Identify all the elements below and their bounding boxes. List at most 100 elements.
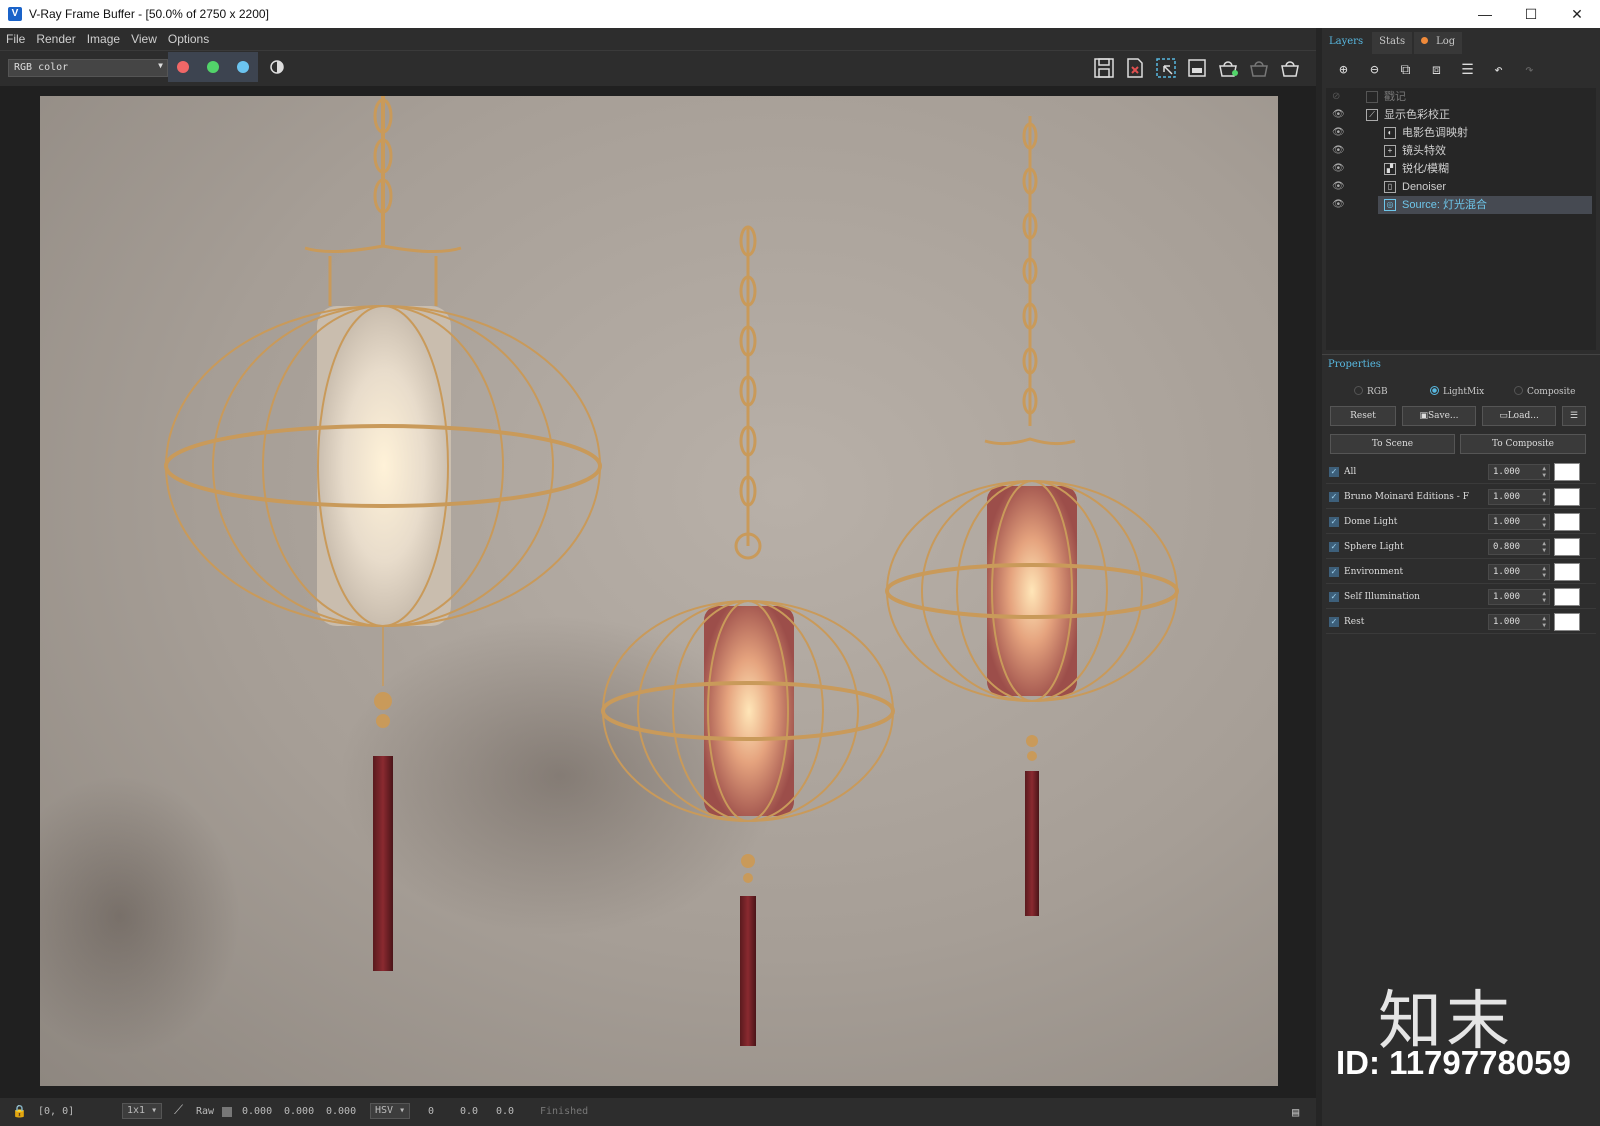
eye-icon[interactable]: 👁 xyxy=(1332,160,1345,178)
intensity-spinner[interactable]: 1.000 ▲ ▼ xyxy=(1488,564,1550,580)
stop-render-icon[interactable] xyxy=(1247,56,1271,80)
light-color-swatch[interactable] xyxy=(1554,588,1580,606)
clear-image-icon[interactable] xyxy=(1123,56,1147,80)
to-scene-button[interactable]: To Scene xyxy=(1330,434,1455,454)
spin-arrows-icon[interactable]: ▲ ▼ xyxy=(1542,565,1546,579)
checkbox[interactable]: ✓ xyxy=(1329,567,1339,577)
intensity-value: 1.000 xyxy=(1493,517,1521,527)
rgb-value-r: 0.000 xyxy=(242,1106,273,1117)
status-bar: 🔒 [0, 0] 1x1 ▾ ⟋ Raw 0.000 0.000 0.000 H… xyxy=(0,1098,1316,1126)
layer-row[interactable]: 👁 + 镜头特效 xyxy=(1326,142,1596,160)
reset-button[interactable]: Reset xyxy=(1330,406,1396,426)
watermark-id: ID: 1179778059 xyxy=(1336,1044,1571,1081)
eye-icon[interactable]: 👁 xyxy=(1332,142,1345,160)
menu-file[interactable]: File xyxy=(0,32,30,46)
minimize-button[interactable]: — xyxy=(1462,0,1508,28)
render-teapot-icon[interactable] xyxy=(1278,56,1302,80)
layer-row[interactable]: 👁 ▯ Denoiser xyxy=(1326,178,1596,196)
mode-lightmix-radio[interactable]: LightMix xyxy=(1430,386,1484,397)
checkbox[interactable]: ✓ xyxy=(1329,542,1339,552)
mode-rgb-radio[interactable]: RGB xyxy=(1354,386,1388,397)
tab-log[interactable]: Log xyxy=(1414,32,1463,54)
log-alert-icon xyxy=(1421,37,1429,44)
light-color-swatch[interactable] xyxy=(1554,613,1580,631)
checkbox[interactable]: ✓ xyxy=(1329,617,1339,627)
spin-arrows-icon[interactable]: ▲ ▼ xyxy=(1542,490,1546,504)
colorspace-dropdown[interactable]: HSV ▾ xyxy=(370,1103,411,1119)
intensity-spinner[interactable]: 0.800 ▲ ▼ xyxy=(1488,539,1550,555)
close-button[interactable]: ✕ xyxy=(1554,0,1600,28)
tab-log-label: Log xyxy=(1436,36,1456,47)
layer-row[interactable]: ⊘ 戳记 xyxy=(1326,88,1596,106)
pixel-color-swatch xyxy=(222,1107,232,1117)
menu-image[interactable]: Image xyxy=(81,32,125,46)
zoom-dropdown[interactable]: 1x1 ▾ xyxy=(122,1103,163,1119)
checkbox[interactable]: ✓ xyxy=(1329,492,1339,502)
checkbox[interactable]: ✓ xyxy=(1329,592,1339,602)
layer-name: Denoiser xyxy=(1402,181,1447,193)
tab-stats[interactable]: Stats xyxy=(1372,32,1413,54)
load-layers-icon[interactable]: ⧈ xyxy=(1421,58,1452,82)
layer-row[interactable]: 👁 ◐ 电影色调映射 xyxy=(1326,124,1596,142)
interactive-render-icon[interactable] xyxy=(1216,56,1240,80)
intensity-spinner[interactable]: 1.000 ▲ ▼ xyxy=(1488,614,1550,630)
load-button[interactable]: ▭Load... xyxy=(1482,406,1556,426)
spin-arrows-icon[interactable]: ▲ ▼ xyxy=(1542,615,1546,629)
folder-icon: ▭ xyxy=(1499,411,1508,421)
spin-arrows-icon[interactable]: ▲ ▼ xyxy=(1542,465,1546,479)
red-channel-button[interactable] xyxy=(168,52,198,82)
color-correction-icon: ⟋ xyxy=(1366,109,1378,121)
light-color-swatch[interactable] xyxy=(1554,513,1580,531)
lock-icon[interactable]: 🔒 xyxy=(12,1104,27,1118)
menu-view[interactable]: View xyxy=(125,32,162,46)
eye-icon[interactable]: 👁 xyxy=(1332,178,1345,196)
light-color-swatch[interactable] xyxy=(1554,463,1580,481)
rendered-image xyxy=(40,96,1278,1086)
layer-row[interactable]: 👁 ▞ 锐化/模糊 xyxy=(1326,160,1596,178)
side-panel: Layers Stats Log ⊕ ⊖ ⧉ ⧈ ☰ ↶ ↷ ⊘ 戳记 👁 ⟋ … xyxy=(1322,28,1600,1126)
presets-menu-button[interactable]: ☰ xyxy=(1562,406,1586,426)
history-icon[interactable]: ▤ xyxy=(1292,1105,1299,1119)
intensity-spinner[interactable]: 1.000 ▲ ▼ xyxy=(1488,489,1550,505)
mode-composite-radio[interactable]: Composite xyxy=(1514,386,1575,397)
intensity-spinner[interactable]: 1.000 ▲ ▼ xyxy=(1488,464,1550,480)
spin-arrows-icon[interactable]: ▲ ▼ xyxy=(1542,515,1546,529)
redo-icon[interactable]: ↷ xyxy=(1514,58,1545,82)
save-layers-icon[interactable]: ⧉ xyxy=(1390,58,1421,82)
layer-row[interactable]: 👁 ⟋ 显示色彩校正 xyxy=(1326,106,1596,124)
region-render-icon[interactable] xyxy=(1154,56,1178,80)
alpha-channel-button[interactable] xyxy=(262,52,292,82)
tab-layers[interactable]: Layers xyxy=(1322,32,1371,54)
green-channel-button[interactable] xyxy=(198,52,228,82)
maximize-button[interactable]: ☐ xyxy=(1508,0,1554,28)
checkbox[interactable]: ✓ xyxy=(1329,517,1339,527)
curve-icon[interactable]: ⟋ xyxy=(174,1103,183,1118)
delete-layer-icon[interactable]: ⊖ xyxy=(1359,58,1390,82)
add-layer-icon[interactable]: ⊕ xyxy=(1328,58,1359,82)
intensity-spinner[interactable]: 1.000 ▲ ▼ xyxy=(1488,589,1550,605)
spin-arrows-icon[interactable]: ▲ ▼ xyxy=(1542,590,1546,604)
chevron-down-icon: ▼ xyxy=(158,61,163,70)
light-color-swatch[interactable] xyxy=(1554,563,1580,581)
visibility-icon[interactable]: ⊘ xyxy=(1332,88,1340,106)
checkbox[interactable]: ✓ xyxy=(1329,467,1339,477)
light-color-swatch[interactable] xyxy=(1554,488,1580,506)
eye-icon[interactable]: 👁 xyxy=(1332,196,1345,214)
undo-icon[interactable]: ↶ xyxy=(1483,58,1514,82)
blue-channel-button[interactable] xyxy=(228,52,258,82)
light-name: Self Illumination xyxy=(1344,592,1420,602)
track-mouse-icon[interactable] xyxy=(1185,56,1209,80)
menu-render[interactable]: Render xyxy=(30,32,80,46)
save-image-icon[interactable] xyxy=(1092,56,1116,80)
to-composite-button[interactable]: To Composite xyxy=(1460,434,1586,454)
save-button[interactable]: ▣Save... xyxy=(1402,406,1476,426)
spin-arrows-icon[interactable]: ▲ ▼ xyxy=(1542,540,1546,554)
channel-dropdown[interactable]: RGB color ▼ xyxy=(8,59,168,77)
layer-presets-icon[interactable]: ☰ xyxy=(1452,58,1483,82)
eye-icon[interactable]: 👁 xyxy=(1332,106,1345,124)
intensity-spinner[interactable]: 1.000 ▲ ▼ xyxy=(1488,514,1550,530)
menu-options[interactable]: Options xyxy=(162,32,214,46)
eye-icon[interactable]: 👁 xyxy=(1332,124,1345,142)
light-color-swatch[interactable] xyxy=(1554,538,1580,556)
layer-row-selected[interactable]: 👁 ◎ Source: 灯光混合 xyxy=(1326,196,1596,214)
